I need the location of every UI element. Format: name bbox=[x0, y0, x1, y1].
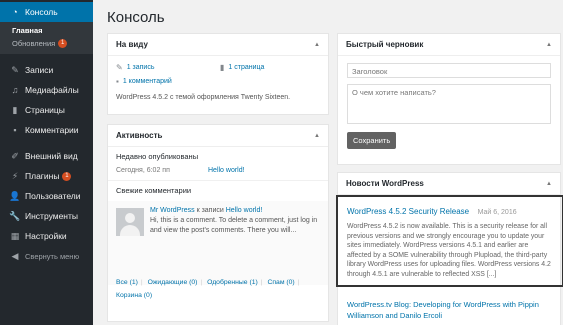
menu-item-label: Страницы bbox=[25, 105, 65, 115]
updates-count-badge: 1 bbox=[58, 39, 68, 48]
pages-count-link[interactable]: ▮ 1 страница bbox=[220, 63, 264, 72]
avatar bbox=[116, 208, 144, 236]
comment-list: Mr WordPress к записи Hello world! Hi, t… bbox=[108, 201, 328, 285]
collapse-toggle-icon[interactable]: ▲ bbox=[546, 42, 552, 48]
save-draft-button[interactable]: Сохранить bbox=[347, 132, 397, 149]
submenu-item-updates[interactable]: Обновления 1 bbox=[0, 37, 93, 50]
admin-sidebar: ◔ Консоль Главная Обновления 1 ✎ Записи … bbox=[0, 0, 93, 325]
comment-item: Mr WordPress к записи Hello world! Hi, t… bbox=[116, 201, 320, 236]
comment-on-label: к записи bbox=[196, 207, 224, 214]
collapse-toggle-icon[interactable]: ▲ bbox=[314, 42, 320, 48]
draft-content-textarea[interactable]: О чем хотите написать? bbox=[347, 84, 551, 124]
comments-count-link[interactable]: ▪ 1 комментарий bbox=[108, 72, 328, 86]
wordpress-news-widget: Новости WordPress ▲ WordPress 4.5.2 Secu… bbox=[336, 172, 563, 325]
menu-item-comments[interactable]: ▪ Комментарии bbox=[0, 120, 93, 140]
menu-item-pages[interactable]: ▮ Страницы bbox=[0, 100, 93, 120]
menu-item-label: Инструменты bbox=[25, 211, 79, 221]
menu-item-settings[interactable]: ▦ Настройки bbox=[0, 226, 93, 246]
comment-post-link[interactable]: Hello world! bbox=[226, 207, 263, 214]
collapse-arrow-icon: ◀ bbox=[11, 250, 19, 261]
draft-title-input[interactable]: Заголовок bbox=[347, 63, 551, 78]
menu-item-label: Пользователи bbox=[25, 191, 81, 201]
collapse-toggle-icon[interactable]: ▲ bbox=[314, 133, 320, 139]
menu-item-label: Настройки bbox=[25, 231, 67, 241]
comment-icon: ▪ bbox=[13, 124, 17, 135]
comment-excerpt: Hi, this is a comment. To delete a comme… bbox=[150, 217, 318, 234]
widget-title: На виду bbox=[116, 40, 148, 49]
menu-item-tools[interactable]: 🔧 Инструменты bbox=[0, 206, 93, 226]
menu-item-plugins[interactable]: ⚡ Плагины 1 bbox=[0, 166, 93, 186]
menu-item-dashboard[interactable]: ◔ Консоль bbox=[0, 2, 93, 22]
menu-item-media[interactable]: ♫ Медиафайлы bbox=[0, 80, 93, 100]
comment-author-link[interactable]: Mr WordPress bbox=[150, 207, 195, 214]
page-title: Консоль bbox=[107, 9, 165, 26]
plugin-icon: ⚡ bbox=[11, 170, 19, 181]
dashboard-icon: ◔ bbox=[12, 6, 18, 17]
highlight-frame bbox=[336, 195, 563, 287]
version-info: WordPress 4.5.2 с темой оформления Twent… bbox=[116, 94, 291, 101]
menu-item-users[interactable]: 👤 Пользователи bbox=[0, 186, 93, 206]
comment-icon: ▪ bbox=[116, 77, 119, 86]
menu-item-label: Плагины bbox=[25, 171, 60, 181]
collapse-menu-button[interactable]: ◀ Свернуть меню bbox=[0, 246, 93, 266]
at-a-glance-widget: На виду ▲ ✎ 1 запись ▮ 1 страница ▪ 1 ко… bbox=[107, 33, 329, 115]
comment-filters: Все (1) | Ожидающие (0) | Одобренные (1) | … bbox=[116, 279, 300, 299]
comment-text: Mr WordPress к записи Hello world! Hi, t… bbox=[150, 206, 320, 236]
filter-approved-link[interactable]: Одобренные (1) bbox=[207, 279, 258, 286]
publish-date: Сегодня, 6:02 пп bbox=[116, 167, 170, 174]
activity-widget: Активность ▲ Недавно опубликованы Сегодн… bbox=[107, 124, 329, 322]
widget-title: Быстрый черновик bbox=[346, 40, 424, 49]
menu-item-label: Внешний вид bbox=[25, 151, 78, 161]
recent-comments-heading: Свежие комментарии bbox=[116, 186, 192, 195]
menu-item-label: Комментарии bbox=[25, 125, 79, 135]
menu-item-label: Записи bbox=[25, 65, 54, 75]
wrench-icon: 🔧 bbox=[9, 210, 21, 221]
collapse-menu-label: Свернуть меню bbox=[25, 251, 80, 261]
users-icon: 👤 bbox=[9, 190, 21, 201]
collapse-toggle-icon[interactable]: ▲ bbox=[546, 181, 552, 187]
menu-item-appearance[interactable]: ✐ Внешний вид bbox=[0, 146, 93, 166]
pages-count-label: 1 страница bbox=[228, 64, 265, 71]
published-post-link[interactable]: Hello world! bbox=[208, 167, 245, 174]
news-item-2-link[interactable]: WordPress.tv Blog: Developing for WordPr… bbox=[347, 299, 557, 321]
widget-header[interactable]: На виду ▲ bbox=[108, 34, 328, 56]
widget-header[interactable]: Активность ▲ bbox=[108, 125, 328, 147]
submenu-label: Главная bbox=[12, 26, 43, 35]
pages-icon: ▮ bbox=[12, 104, 18, 115]
widget-title: Новости WordPress bbox=[346, 179, 424, 188]
filter-all-link[interactable]: Все (1) bbox=[116, 279, 138, 286]
plugins-count-badge: 1 bbox=[62, 171, 72, 181]
filter-trash-link[interactable]: Корзина (0) bbox=[116, 292, 152, 299]
menu-item-posts[interactable]: ✎ Записи bbox=[0, 60, 93, 80]
settings-icon: ▦ bbox=[10, 230, 20, 241]
filter-spam-link[interactable]: Спам (0) bbox=[267, 279, 294, 286]
widget-header[interactable]: Новости WordPress ▲ bbox=[338, 173, 560, 195]
pin-icon: ✎ bbox=[116, 63, 123, 72]
filter-pending-link[interactable]: Ожидающие (0) bbox=[148, 279, 198, 286]
submenu-item-home[interactable]: Главная bbox=[0, 24, 93, 37]
menu-item-label: Медиафайлы bbox=[25, 85, 79, 95]
media-icon: ♫ bbox=[11, 84, 19, 95]
menu-item-label: Консоль bbox=[25, 7, 58, 17]
page-icon: ▮ bbox=[220, 63, 225, 72]
widget-title: Активность bbox=[116, 131, 163, 140]
pin-icon: ✎ bbox=[11, 64, 19, 75]
submenu-label: Обновления bbox=[12, 39, 56, 48]
posts-count-link[interactable]: ✎ 1 запись bbox=[116, 63, 220, 72]
recently-published-heading: Недавно опубликованы bbox=[116, 152, 199, 161]
dashboard-submenu: Главная Обновления 1 bbox=[0, 22, 93, 54]
published-row: Сегодня, 6:02 пп Hello world! bbox=[108, 161, 328, 181]
widget-header[interactable]: Быстрый черновик ▲ bbox=[338, 34, 560, 56]
posts-count-label: 1 запись bbox=[126, 64, 155, 71]
brush-icon: ✐ bbox=[11, 150, 19, 161]
quick-draft-widget: Быстрый черновик ▲ Заголовок О чем хотит… bbox=[337, 33, 561, 165]
comments-count-label: 1 комментарий bbox=[122, 78, 172, 85]
